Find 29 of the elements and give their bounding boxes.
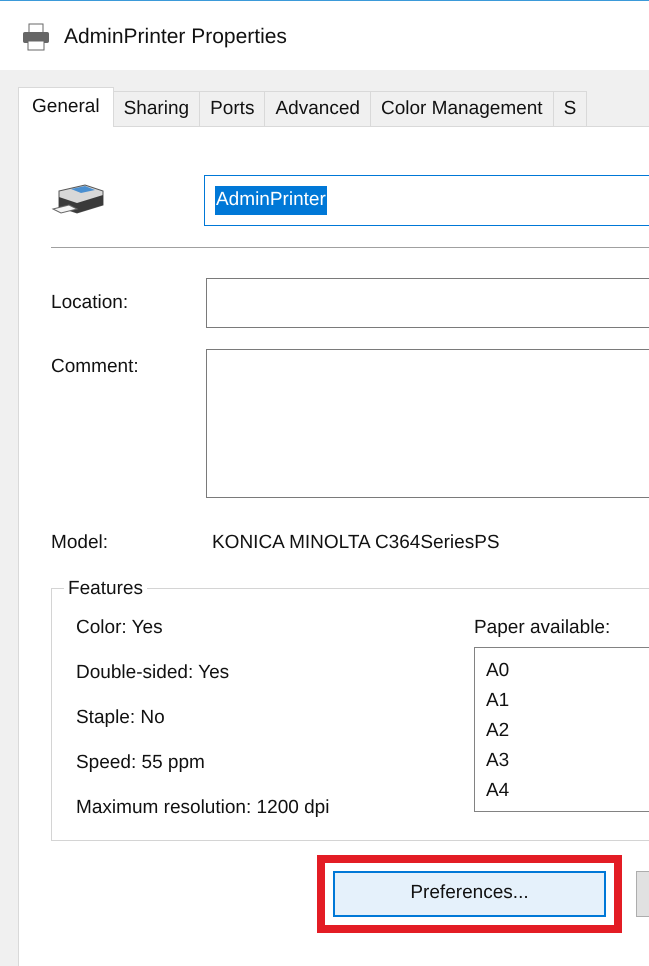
feature-text: Maximum resolution: 1200 dpi (76, 796, 330, 820)
window-title: AdminPrinter Properties (64, 24, 287, 50)
location-field[interactable] (206, 278, 649, 328)
paper-item[interactable]: A1 (486, 686, 649, 716)
paper-item[interactable]: A2 (486, 716, 649, 746)
tab[interactable]: Sharing (114, 91, 200, 126)
preferences-button[interactable]: Preferences... (333, 870, 606, 916)
model-label: Model: (51, 531, 110, 555)
paper-item[interactable]: A4 (486, 776, 649, 806)
paper-item[interactable]: A0 (486, 656, 649, 686)
tab[interactable]: Color Management (370, 91, 554, 126)
feature-text: Color: Yes (76, 616, 164, 640)
feature-text: Staple: No (76, 706, 166, 730)
paper-label: Paper available: (474, 616, 612, 640)
tab[interactable]: Ports (200, 91, 266, 126)
comment-field[interactable] (206, 349, 649, 498)
comment-label: Comment: (51, 355, 140, 379)
location-label: Location: (51, 290, 130, 315)
tab[interactable]: General (18, 87, 114, 127)
paper-item[interactable]: A3 (486, 746, 649, 776)
printer-icon (20, 21, 52, 53)
feature-text: Speed: 55 ppm (76, 750, 206, 774)
feature-text: Double-sided: Yes (76, 660, 230, 684)
tab[interactable]: S (554, 91, 588, 126)
printer-name-text: AdminPrinter (215, 186, 327, 215)
printer-name-field[interactable]: AdminPrinter (204, 175, 649, 226)
paper-list[interactable]: A0 A1 A2 A3 A4 (474, 646, 649, 812)
tab[interactable]: Advanced (265, 91, 371, 126)
model-value: KONICA MINOLTA C364SeriesPS (212, 531, 500, 555)
